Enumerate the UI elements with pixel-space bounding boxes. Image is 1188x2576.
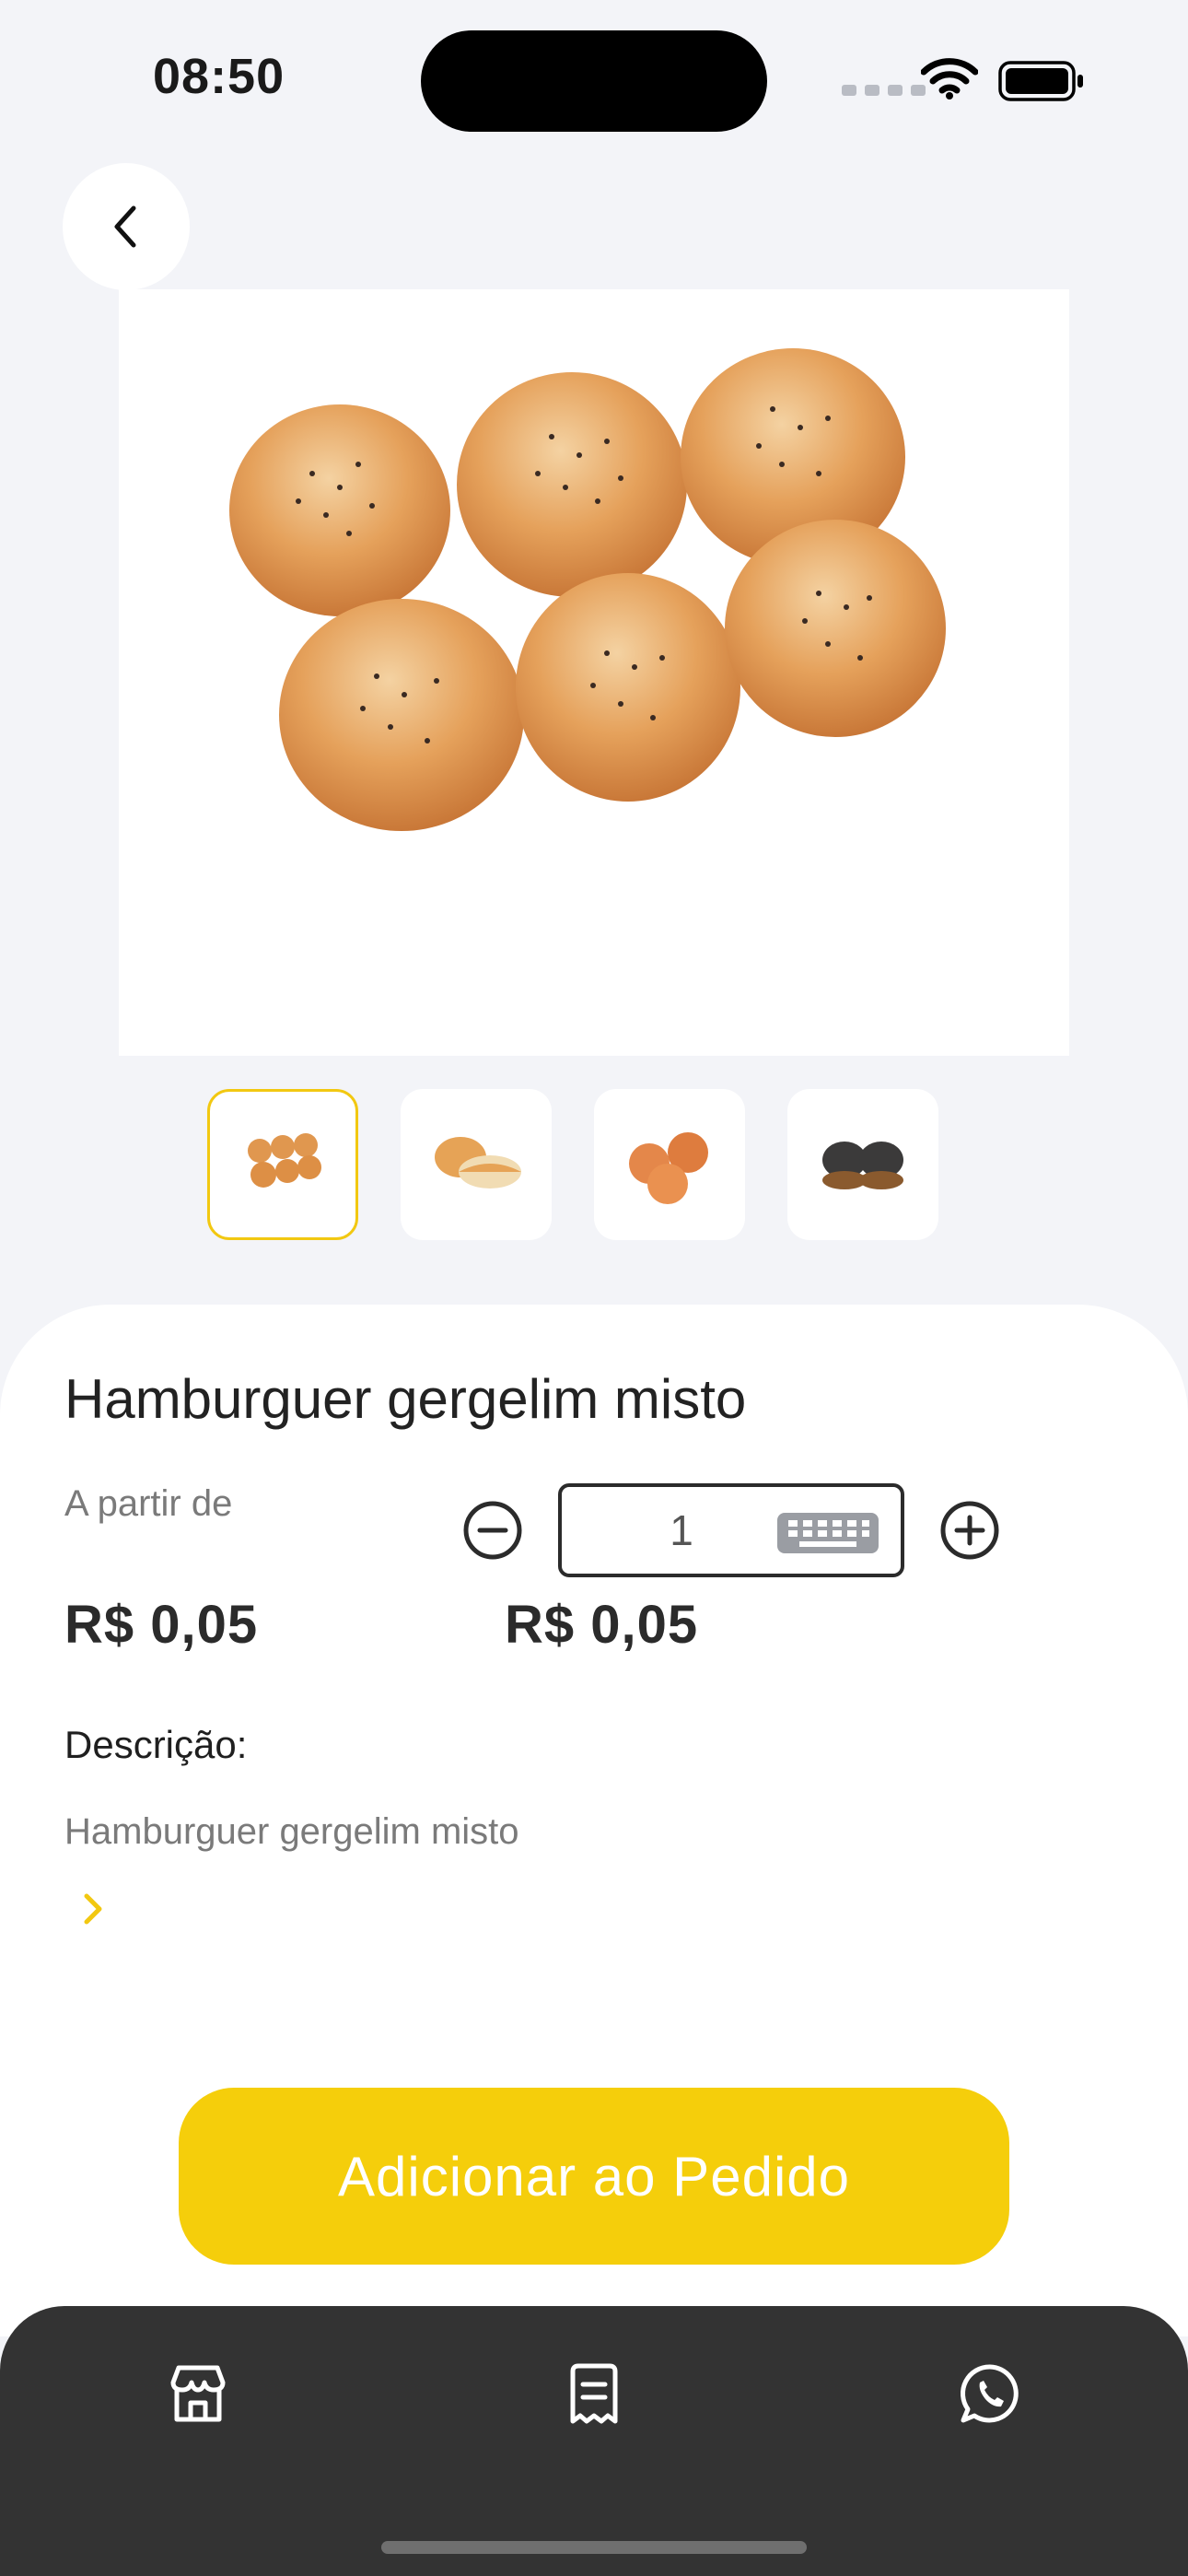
home-indicator: [381, 2541, 807, 2554]
sesame-buns-image: [229, 348, 946, 831]
buns-six-sesame-image: [248, 1133, 321, 1188]
total-price: R$ 0,05: [505, 1595, 699, 1655]
buns-three-image: [629, 1132, 708, 1204]
description-label: Descrição:: [64, 1723, 248, 1766]
wifi-icon: [921, 58, 978, 100]
unit-price: R$ 0,05: [64, 1595, 259, 1655]
tab-bar: [0, 2306, 1188, 2576]
thumbnail-2[interactable]: [401, 1089, 552, 1240]
chevron-left-icon: [114, 205, 136, 248]
thumbnail-gallery: [207, 1089, 938, 1240]
receipt-icon[interactable]: [562, 2362, 626, 2427]
keyboard-icon[interactable]: [777, 1513, 879, 1553]
buns-dark-image: [822, 1142, 903, 1189]
decrease-quantity-button[interactable]: [462, 1500, 523, 1561]
bun-split-image: [435, 1137, 521, 1188]
store-icon[interactable]: [166, 2362, 230, 2427]
product-image: [119, 289, 1069, 1056]
whatsapp-icon[interactable]: [958, 2362, 1022, 2427]
increase-quantity-button[interactable]: [939, 1500, 1000, 1561]
cellular-signal-icon: [842, 85, 926, 96]
battery-icon: [998, 61, 1083, 101]
status-time: 08:50: [153, 49, 285, 104]
back-button[interactable]: [63, 163, 190, 290]
quantity-value[interactable]: 1: [562, 1505, 801, 1555]
quantity-field[interactable]: 1: [558, 1483, 904, 1577]
description-text: Hamburguer gergelim misto: [64, 1811, 519, 1852]
price-from-label: A partir de: [64, 1483, 233, 1524]
thumbnail-4[interactable]: [787, 1089, 938, 1240]
dynamic-island: [421, 30, 767, 132]
thumbnail-3[interactable]: [594, 1089, 745, 1240]
chevron-right-icon[interactable]: [79, 1891, 107, 1927]
thumbnail-1[interactable]: [207, 1089, 358, 1240]
add-to-order-button[interactable]: Adicionar ao Pedido: [179, 2088, 1009, 2265]
product-title: Hamburguer gergelim misto: [64, 1368, 747, 1430]
